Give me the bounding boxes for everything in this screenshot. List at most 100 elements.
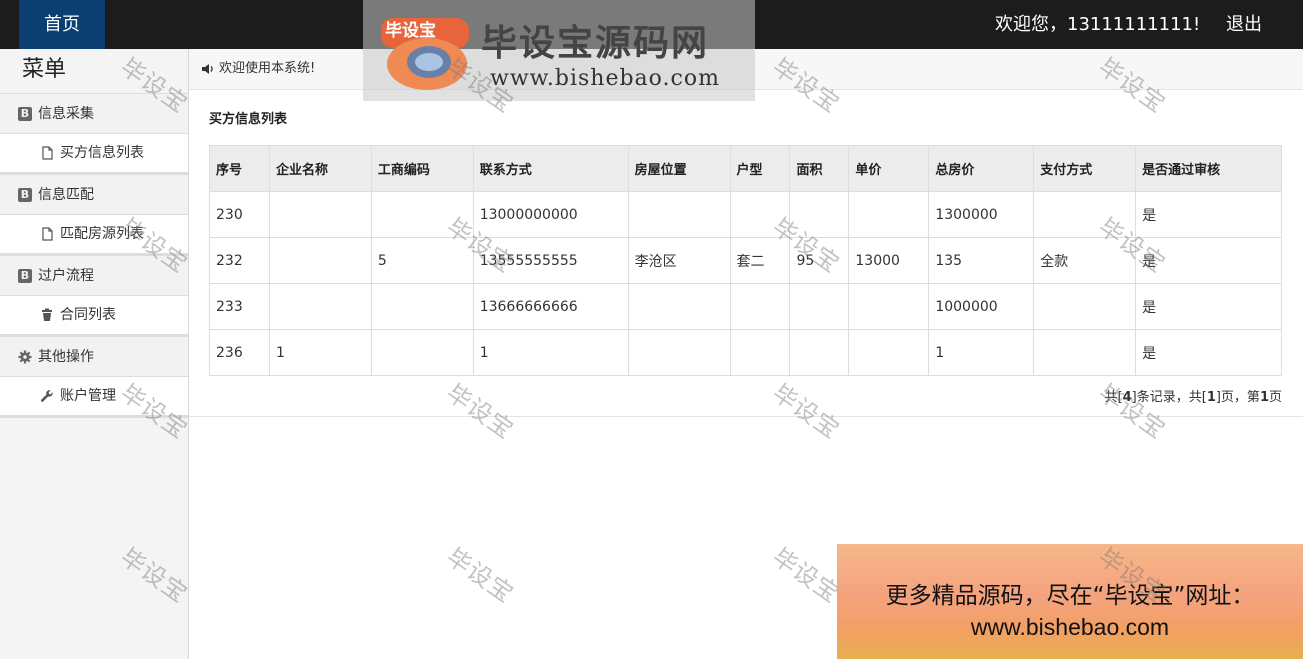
table-cell: 是 — [1135, 237, 1282, 284]
table-cell — [848, 329, 930, 376]
table-cell: 套二 — [729, 237, 791, 284]
table-cell — [268, 237, 372, 284]
col-header: 联系方式 — [472, 145, 629, 192]
table-cell — [848, 283, 930, 330]
menu-title: 菜单 — [0, 49, 188, 94]
table-cell — [370, 283, 474, 330]
col-header: 工商编码 — [370, 145, 474, 192]
table-cell: 230 — [209, 191, 270, 238]
col-header: 单价 — [848, 145, 930, 192]
table-cell: 是 — [1135, 191, 1282, 238]
bold-b-icon: B — [18, 268, 32, 283]
table-cell — [729, 329, 791, 376]
pager-text: ]页，第 — [1215, 390, 1260, 405]
menu-group-label: 信息匹配 — [38, 186, 94, 203]
promo-url: www.bishebao.com — [970, 614, 1170, 640]
menu-item-label: 买方信息列表 — [60, 145, 144, 161]
wrench-icon — [40, 390, 53, 402]
logo-name: 毕设宝源码网 — [481, 23, 710, 64]
col-header: 总房价 — [928, 145, 1035, 192]
menu-item-contract-list[interactable]: 合同列表 — [0, 296, 188, 337]
table-cell — [848, 191, 930, 238]
table-cell — [789, 191, 850, 238]
table-cell: 全款 — [1033, 237, 1137, 284]
table-cell: 1 — [472, 329, 629, 376]
menu-group-info-match[interactable]: B 信息匹配 — [0, 175, 188, 215]
menu-item-match-list[interactable]: 匹配房源列表 — [0, 215, 188, 256]
table-cell — [1033, 283, 1137, 330]
menu-group-info-collect[interactable]: B 信息采集 — [0, 94, 188, 134]
menu-group-label: 过户流程 — [38, 267, 94, 284]
table-cell — [268, 191, 372, 238]
table-cell: 1000000 — [928, 283, 1035, 330]
bold-b-icon: B — [18, 187, 32, 202]
table-cell: 1 — [268, 329, 372, 376]
logo-url: www.bishebao.com — [490, 66, 720, 91]
promo-banner: 更多精品源码，尽在“毕设宝”网址： www.bishebao.com — [837, 544, 1303, 659]
logo-badge-text: 毕设宝 — [385, 21, 436, 41]
table-cell — [370, 329, 474, 376]
table-row: 233 13666666666 1000000 是 — [209, 283, 1282, 330]
col-header: 是否通过审核 — [1135, 145, 1282, 192]
table-cell: 1300000 — [928, 191, 1035, 238]
table-cell — [789, 283, 850, 330]
menu-group-label: 其他操作 — [38, 348, 94, 365]
col-header: 序号 — [209, 145, 270, 192]
pager-text: 页 — [1268, 390, 1282, 405]
menu-item-label: 合同列表 — [60, 307, 116, 323]
home-link[interactable]: 首页 — [19, 0, 105, 49]
buyer-info-table: 序号 企业名称 工商编码 联系方式 房屋位置 户型 面积 单价 总房价 支付方式… — [209, 145, 1282, 376]
volume-icon — [202, 64, 213, 74]
table-cell: 13666666666 — [472, 283, 629, 330]
table-row: 236 1 1 1 是 — [209, 329, 1282, 376]
table-cell — [1033, 329, 1137, 376]
table-cell — [268, 283, 372, 330]
table-cell: 5 — [370, 237, 474, 284]
current-page: 1 — [1259, 390, 1269, 405]
watermark-text: 毕设宝 — [441, 542, 519, 609]
menu-item-account[interactable]: 账户管理 — [0, 377, 188, 418]
site-logo-overlay: 毕设宝 毕设宝源码网 www.bishebao.com — [363, 0, 755, 101]
table-cell: 是 — [1135, 329, 1282, 376]
table-cell: 135 — [928, 237, 1035, 284]
table-row: 230 13000000000 1300000 是 — [209, 191, 1282, 238]
table-cell: 13000 — [848, 237, 930, 284]
welcome-notice-text: 欢迎使用本系统! — [219, 61, 316, 76]
menu-group-label: 信息采集 — [38, 105, 94, 122]
trash-icon — [42, 308, 52, 321]
menu-item-label: 账户管理 — [60, 388, 116, 404]
file-icon — [42, 227, 53, 241]
logout-link[interactable]: 退出 — [1226, 0, 1262, 49]
col-header: 企业名称 — [268, 145, 372, 192]
table-cell: 1 — [928, 329, 1035, 376]
col-header: 支付方式 — [1033, 145, 1137, 192]
table-cell: 是 — [1135, 283, 1282, 330]
table-cell: 236 — [209, 329, 270, 376]
table-cell — [1033, 191, 1137, 238]
table-cell: 13555555555 — [472, 237, 629, 284]
table-cell: 233 — [209, 283, 270, 330]
table-cell — [627, 283, 731, 330]
table-row: 232 5 13555555555 李沧区 套二 95 13000 135 全款… — [209, 237, 1282, 284]
table-cell — [729, 191, 791, 238]
pagination-summary: 共[4]条记录，共[1]页，第1页 — [1105, 386, 1282, 405]
menu-group-transfer[interactable]: B 过户流程 — [0, 256, 188, 296]
promo-text: 更多精品源码，尽在“毕设宝”网址： — [885, 583, 1255, 609]
bold-b-icon: B — [18, 106, 32, 121]
table-cell — [370, 191, 474, 238]
table-cell: 95 — [789, 237, 850, 284]
col-header: 面积 — [789, 145, 850, 192]
record-count: 4 — [1122, 390, 1132, 405]
sidebar-menu: 菜单 B 信息采集 买方信息列表 B 信息匹配 匹配房源列表 B 过户流程 合同… — [0, 49, 189, 659]
watermark-text: 毕设宝 — [1093, 378, 1171, 445]
menu-group-other[interactable]: 其他操作 — [0, 337, 188, 377]
table-cell: 232 — [209, 237, 270, 284]
page-count: 1 — [1206, 390, 1216, 405]
pager-text: 共[ — [1104, 390, 1123, 405]
pager-text: ]条记录，共[ — [1131, 390, 1207, 405]
menu-item-buyer-list[interactable]: 买方信息列表 — [0, 134, 188, 175]
col-header: 房屋位置 — [627, 145, 731, 192]
gear-icon — [18, 350, 32, 363]
table-header-row: 序号 企业名称 工商编码 联系方式 房屋位置 户型 面积 单价 总房价 支付方式… — [209, 145, 1282, 192]
page-title: 买方信息列表 — [209, 112, 288, 127]
